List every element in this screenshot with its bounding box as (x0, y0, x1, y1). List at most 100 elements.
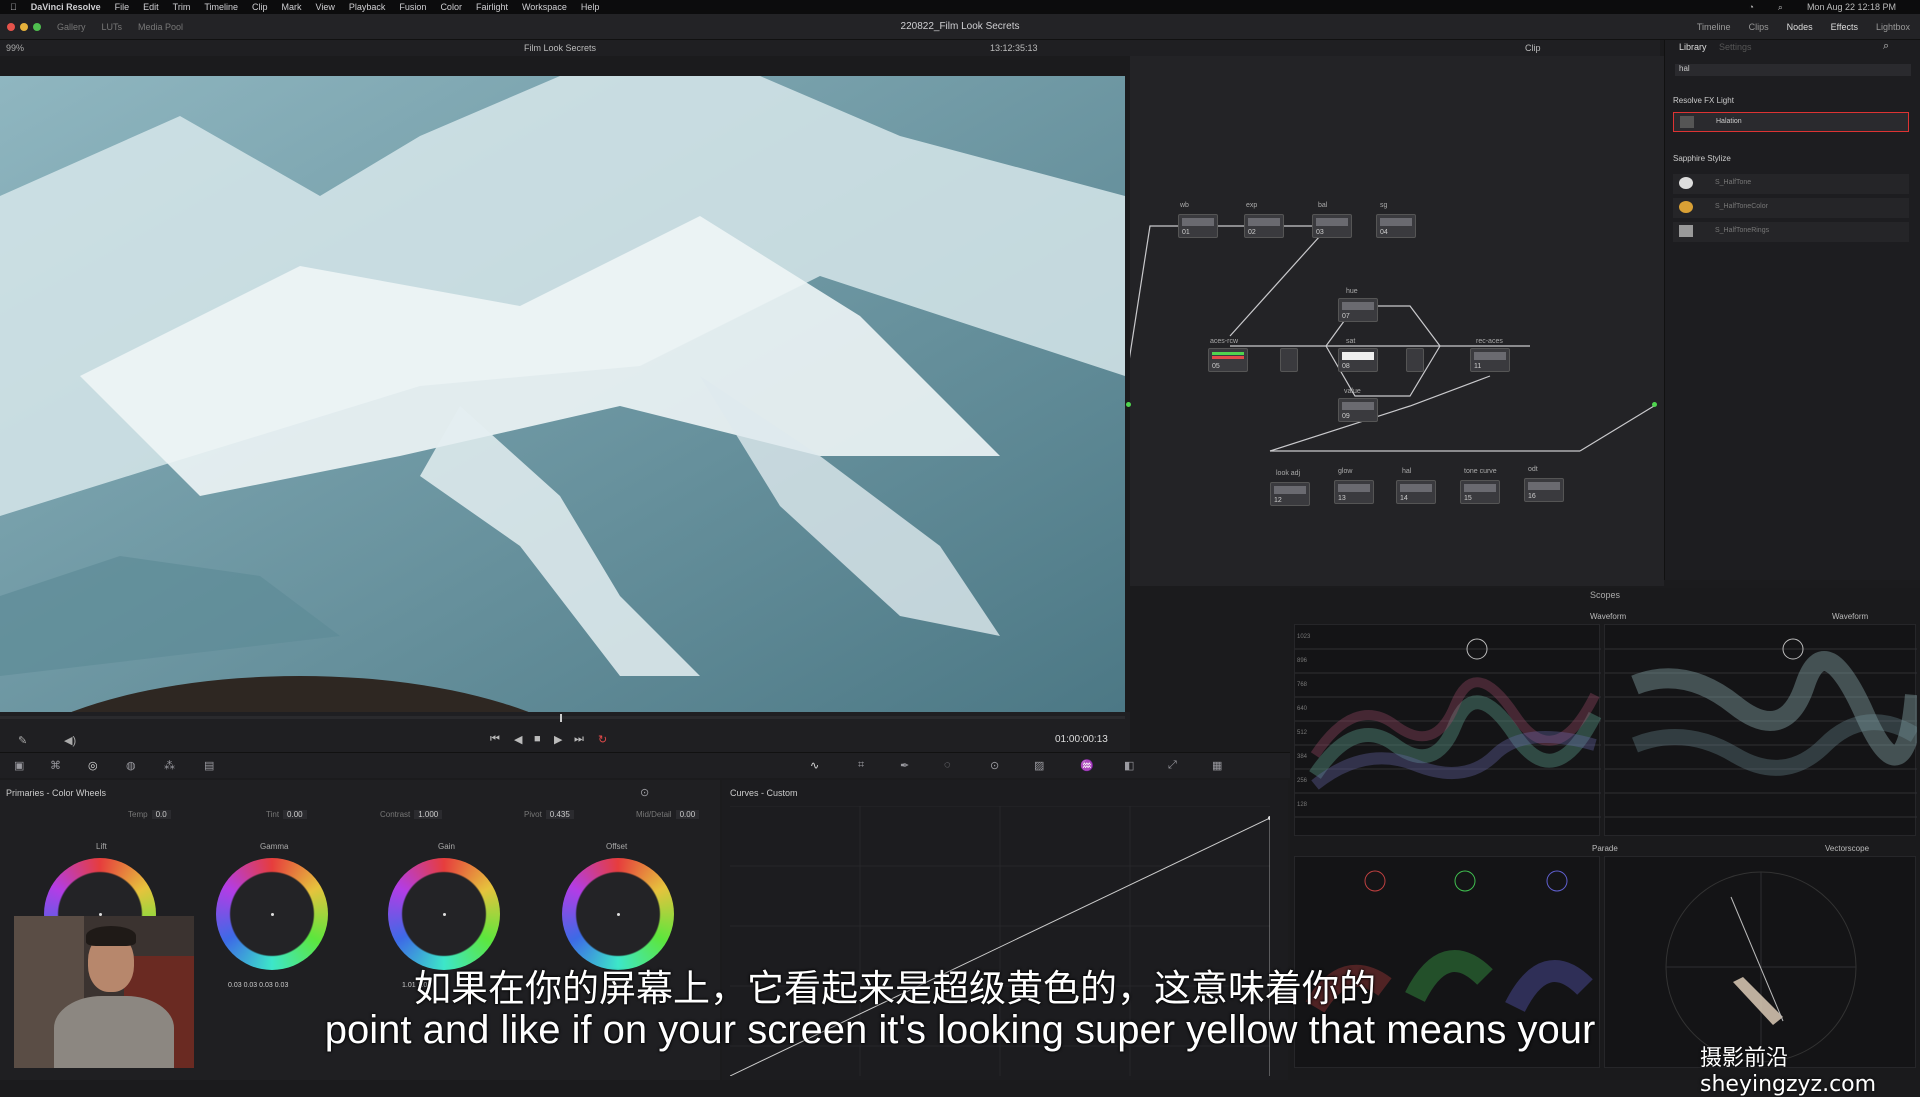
menu-edit[interactable]: Edit (143, 2, 159, 12)
volume-icon[interactable]: ◀) (64, 734, 76, 747)
motion-effects-icon[interactable]: ▤ (204, 759, 214, 772)
pen-tool-icon[interactable]: ✎ (18, 734, 27, 747)
node-mixer[interactable] (1406, 348, 1424, 372)
search-icon[interactable]: ⌕ (1778, 2, 1783, 13)
node-rec-aces[interactable]: 11 (1470, 348, 1510, 372)
menu-mark[interactable]: Mark (282, 2, 302, 12)
node-bal[interactable]: 03 (1312, 214, 1352, 238)
scope-label-vectorscope[interactable]: Vectorscope (1825, 844, 1869, 853)
effect-s-halftonecolor[interactable]: S_HalfToneColor (1673, 198, 1909, 218)
luts-button[interactable]: LUTs (102, 22, 123, 32)
gallery-button[interactable]: Gallery (57, 22, 86, 32)
waveform-scope-1[interactable]: 1023 896 768 640 512 384 256 128 (1294, 624, 1602, 836)
node-look-adj[interactable]: 12 (1270, 482, 1310, 506)
playhead[interactable] (560, 714, 562, 722)
menu-color[interactable]: Color (440, 2, 462, 12)
node-hue[interactable]: 07 (1338, 298, 1378, 322)
node-odt[interactable]: 16 (1524, 478, 1564, 502)
node-glow[interactable]: 13 (1334, 480, 1374, 504)
nodes-button[interactable]: Nodes (1787, 22, 1813, 32)
close-window-button[interactable] (7, 22, 15, 31)
param-mid-detail[interactable]: Mid/Detail 0.00 (636, 810, 700, 819)
effect-s-halftonerings[interactable]: S_HalfToneRings (1673, 222, 1909, 242)
node-value[interactable]: 09 (1338, 398, 1378, 422)
source-input-dot[interactable] (1126, 402, 1131, 407)
apple-icon[interactable]:  (10, 2, 17, 12)
menu-trim[interactable]: Trim (173, 2, 191, 12)
blur-icon[interactable]: ♒ (1080, 759, 1094, 772)
menu-app-name[interactable]: DaVinci Resolve (31, 2, 101, 12)
param-pivot[interactable]: Pivot 0.435 (524, 810, 574, 819)
scope-label-waveform-2[interactable]: Waveform (1832, 612, 1868, 621)
gamma-wheel[interactable] (216, 858, 328, 970)
window-icon[interactable]: ◌ (944, 759, 951, 771)
menu-help[interactable]: Help (581, 2, 600, 12)
node-hal[interactable]: 14 (1396, 480, 1436, 504)
menu-fusion[interactable]: Fusion (399, 2, 426, 12)
effect-halation[interactable]: Halation (1673, 112, 1909, 132)
qualifier-icon[interactable]: ✒ (900, 759, 909, 772)
3d-icon[interactable]: ▦ (1212, 759, 1222, 772)
sizing-icon[interactable]: ⤢ (1168, 759, 1177, 772)
reset-icon[interactable]: ⊙ (640, 786, 649, 799)
hdr-icon[interactable]: ◍ (126, 759, 136, 772)
menu-timeline[interactable]: Timeline (204, 2, 238, 12)
wifi-icon[interactable]: ◔ (1748, 2, 1753, 13)
node-sg[interactable]: 04 (1376, 214, 1416, 238)
section-sapphire-stylize[interactable]: Sapphire Stylize (1673, 154, 1731, 163)
gain-wheel[interactable] (388, 858, 500, 970)
param-contrast[interactable]: Contrast 1.000 (380, 810, 443, 819)
menu-playback[interactable]: Playback (349, 2, 386, 12)
param-tint[interactable]: Tint 0.00 (266, 810, 307, 819)
rgb-mixer-icon[interactable]: ⁂ (164, 759, 175, 772)
node-wb[interactable]: 01 (1178, 214, 1218, 238)
magic-mask-icon[interactable]: ▨ (1034, 759, 1044, 772)
color-match-icon[interactable]: ⌘ (50, 759, 61, 772)
skip-end-icon[interactable]: ⏭ (574, 733, 584, 746)
menu-workspace[interactable]: Workspace (522, 2, 567, 12)
skip-start-icon[interactable]: ⏮ (490, 733, 500, 746)
scope-label-parade[interactable]: Parade (1592, 844, 1618, 853)
section-resolve-fx-light[interactable]: Resolve FX Light (1673, 96, 1734, 105)
waveform-scope-2[interactable] (1604, 624, 1920, 836)
camera-raw-icon[interactable]: ▣ (14, 759, 24, 772)
scope-label-waveform-1[interactable]: Waveform (1590, 612, 1626, 621)
output-dot[interactable] (1652, 402, 1657, 407)
node-splitter[interactable] (1280, 348, 1298, 372)
offset-wheel[interactable] (562, 858, 674, 970)
minimize-window-button[interactable] (20, 22, 28, 31)
effects-button[interactable]: Effects (1831, 22, 1858, 32)
step-back-icon[interactable]: ◀ (514, 733, 522, 746)
node-sat[interactable]: 08 (1338, 348, 1378, 372)
clips-button[interactable]: Clips (1749, 22, 1769, 32)
play-icon[interactable]: ▶ (554, 733, 562, 746)
menu-file[interactable]: File (115, 2, 130, 12)
lightbox-button[interactable]: Lightbox (1876, 22, 1910, 32)
loop-icon[interactable]: ↻ (598, 733, 607, 746)
stop-icon[interactable]: ■ (534, 733, 541, 745)
tab-settings[interactable]: Settings (1719, 42, 1752, 52)
menu-fairlight[interactable]: Fairlight (476, 2, 508, 12)
viewer-title[interactable]: Film Look Secrets (0, 43, 1120, 53)
node-exp[interactable]: 02 (1244, 214, 1284, 238)
color-wheels-icon[interactable]: ◎ (88, 759, 98, 772)
curves-icon[interactable]: ∿ (810, 759, 819, 772)
clock[interactable]: Mon Aug 22 12:18 PM (1807, 2, 1896, 13)
tracker-icon[interactable]: ⊙ (990, 759, 999, 772)
node-graph[interactable]: wb 01 exp 02 bal 03 sg 04 aces-rcw 05 hu… (1126, 56, 1664, 586)
node-tone-curve[interactable]: 15 (1460, 480, 1500, 504)
key-icon[interactable]: ◧ (1124, 759, 1134, 772)
param-temp[interactable]: Temp 0.0 (128, 810, 171, 819)
timeline-button[interactable]: Timeline (1697, 22, 1731, 32)
effect-s-halftone[interactable]: S_HalfTone (1673, 174, 1909, 194)
video-viewer[interactable] (0, 76, 1125, 712)
menu-view[interactable]: View (316, 2, 335, 12)
warper-icon[interactable]: ⌗ (858, 759, 864, 772)
library-search-input[interactable]: hal (1675, 64, 1911, 76)
media-pool-button[interactable]: Media Pool (138, 22, 183, 32)
node-mode-select[interactable]: Clip (1525, 43, 1541, 53)
search-icon[interactable]: ⌕ (1883, 40, 1889, 53)
tab-library[interactable]: Library (1679, 42, 1707, 52)
scrubber-track[interactable] (0, 716, 1125, 719)
menu-clip[interactable]: Clip (252, 2, 268, 12)
